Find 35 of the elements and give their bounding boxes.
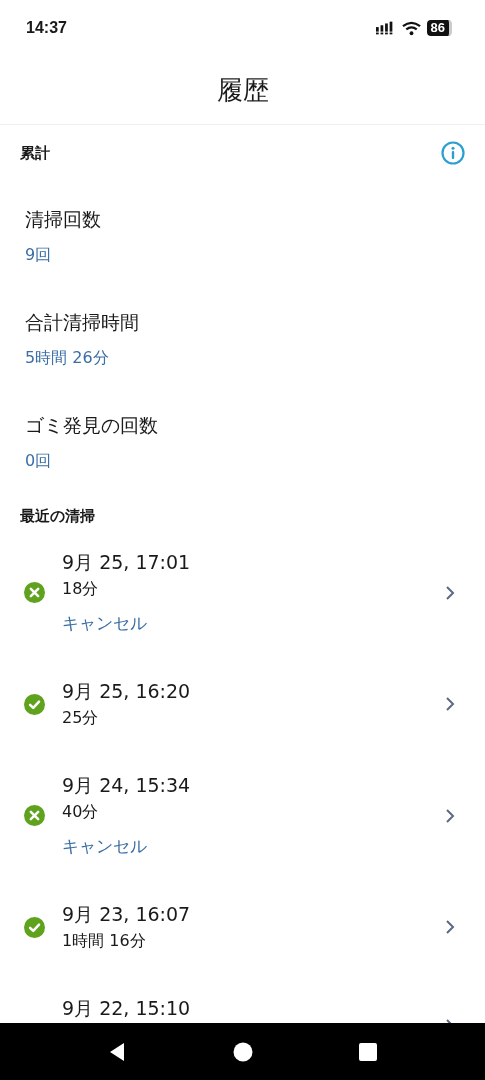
stat-label: 清掃回数 — [25, 207, 101, 232]
check-icon — [24, 693, 45, 715]
item-duration: 18分 — [62, 578, 99, 600]
history-item[interactable]: 9月 22, 15:10 — [0, 974, 485, 1023]
item-date: 9月 25, 17:01 — [62, 550, 191, 575]
item-date: 9月 22, 15:10 — [62, 996, 191, 1021]
screen-title: 履歴 — [216, 73, 269, 107]
item-duration: 40分 — [62, 801, 99, 823]
section-title: 累計 — [20, 143, 50, 164]
battery-indicator: 86 — [426, 20, 452, 36]
stat-value: 0回 — [25, 450, 52, 472]
info-icon[interactable] — [441, 141, 465, 165]
item-duration: 1時間 16分 — [62, 930, 146, 952]
item-duration: 25分 — [62, 707, 99, 729]
item-date: 9月 24, 15:34 — [62, 773, 191, 798]
home-button[interactable] — [232, 1041, 253, 1062]
item-date: 9月 23, 16:07 — [62, 902, 191, 927]
item-status: キャンセル — [62, 612, 147, 635]
stat-value: 5時間 26分 — [25, 347, 109, 369]
history-item[interactable]: 9月 23, 16:07 1時間 16分 — [0, 880, 485, 974]
history-item[interactable]: 9月 25, 17:01 18分 キャンセル — [0, 528, 485, 657]
recents-button[interactable] — [357, 1041, 378, 1062]
stat-label: 合計清掃時間 — [25, 310, 139, 335]
item-date: 9月 25, 16:20 — [62, 679, 191, 704]
check-icon — [24, 916, 45, 938]
history-item[interactable]: 9月 25, 16:20 25分 — [0, 657, 485, 751]
cancelled-icon — [24, 805, 45, 826]
cancelled-icon — [24, 582, 45, 603]
history-item[interactable]: 9月 24, 15:34 40分 キャンセル — [0, 751, 485, 880]
stat-value: 9回 — [25, 244, 52, 266]
item-status: キャンセル — [62, 835, 147, 858]
wifi-icon — [401, 20, 421, 36]
stat-label: ゴミ発見の回数 — [25, 413, 158, 438]
status-time: 14:37 — [26, 19, 67, 37]
section-title: 最近の清掃 — [20, 506, 95, 527]
